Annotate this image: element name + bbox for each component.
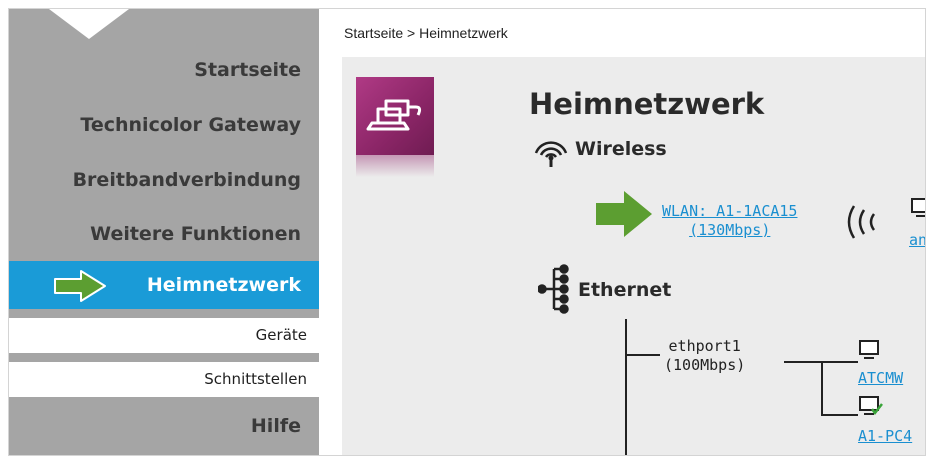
- sidebar-item-hilfe[interactable]: Hilfe: [9, 415, 319, 437]
- computer-icon: [859, 340, 879, 359]
- ethport-info: ethport1 (100Mbps): [664, 337, 745, 375]
- sidebar-subitem-geraete[interactable]: Geräte: [9, 318, 319, 353]
- sidebar-item-technicolor-gateway[interactable]: Technicolor Gateway: [9, 114, 319, 136]
- sidebar-item-label: Heimnetzwerk: [146, 274, 301, 296]
- sidebar-item-heimnetzwerk[interactable]: Heimnetzwerk: [9, 261, 319, 309]
- computer-connected-icon: [859, 396, 883, 416]
- sidebar-item-startseite[interactable]: Startseite: [9, 59, 319, 81]
- ethernet-device-link-2[interactable]: A1-PC4: [858, 427, 912, 445]
- ethport-speed: (100Mbps): [664, 356, 746, 374]
- sidebar-item-weitere-funktionen[interactable]: Weitere Funktionen: [9, 223, 319, 245]
- main-panel: Heimnetzwerk Wireless WLAN: A1-1ACA15 (1…: [342, 57, 925, 455]
- breadcrumb[interactable]: Startseite > Heimnetzwerk: [344, 25, 508, 41]
- ethernet-connector-lines: [625, 319, 858, 455]
- sidebar-notch: [49, 9, 129, 39]
- app-frame: Startseite Technicolor Gateway Breitband…: [8, 8, 926, 456]
- arrow-icon: [54, 270, 106, 302]
- ethport-name: ethport1: [668, 337, 741, 355]
- ethernet-device-link-1[interactable]: ATCMW: [858, 369, 903, 387]
- sidebar: Startseite Technicolor Gateway Breitband…: [9, 9, 319, 455]
- sidebar-item-breitbandverbindung[interactable]: Breitbandverbindung: [9, 169, 319, 191]
- sidebar-subitem-schnittstellen[interactable]: Schnittstellen: [9, 362, 319, 397]
